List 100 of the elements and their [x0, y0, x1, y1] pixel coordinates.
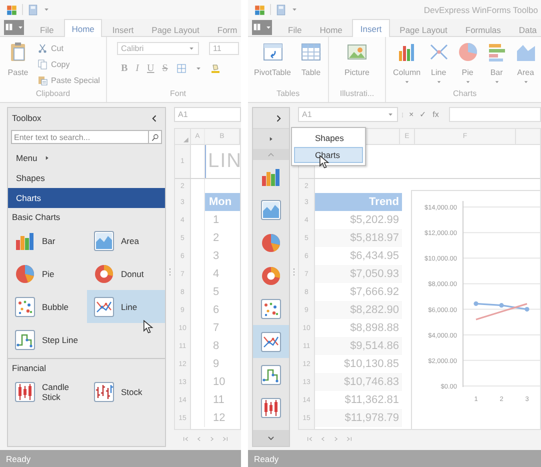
- toolbox-item[interactable]: Bar: [8, 224, 87, 257]
- submenu-arrow-icon: [44, 155, 50, 161]
- bold-button[interactable]: B: [121, 63, 128, 74]
- candlestick-chart-icon: [14, 380, 36, 402]
- table-cell: Trend: [315, 193, 402, 211]
- table-cell: Mon: [205, 193, 240, 211]
- toolbox-category[interactable]: Shapes: [8, 168, 165, 188]
- next-sheet-icon[interactable]: [332, 435, 340, 443]
- ribbon-tab[interactable]: Data: [510, 21, 541, 37]
- borders-icon[interactable]: [176, 63, 187, 74]
- name-box[interactable]: A1: [174, 107, 241, 122]
- first-sheet-icon[interactable]: [182, 435, 190, 443]
- ribbon-button[interactable]: Bar: [482, 40, 511, 86]
- stock-chart-icon: [93, 380, 115, 402]
- ribbon-button[interactable]: Area: [512, 40, 540, 86]
- toolbox-item[interactable]: Pie: [8, 257, 87, 290]
- table-cell-text: 11: [212, 393, 226, 408]
- toolbox-category[interactable]: Charts: [8, 188, 165, 208]
- toolbox-item[interactable]: Step Line: [8, 323, 87, 356]
- last-sheet-icon[interactable]: [345, 435, 353, 443]
- ribbon-button[interactable]: Picture: [342, 40, 372, 78]
- chevron-up-icon: [267, 150, 275, 158]
- previous-sheet-icon[interactable]: [195, 435, 203, 443]
- ribbon-button[interactable]: Paste Special: [35, 73, 102, 88]
- app-menu-button[interactable]: [4, 20, 24, 34]
- formula-button[interactable]: fx: [430, 110, 441, 119]
- pivot-table-icon: [262, 41, 284, 63]
- ribbon-tab[interactable]: Home: [64, 19, 102, 37]
- font-name-dropdown[interactable]: Calibri: [117, 42, 199, 55]
- mouse-cursor-icon: [142, 320, 156, 334]
- menu-item[interactable]: Shapes: [294, 130, 363, 146]
- area-chart-icon: [260, 198, 282, 220]
- data-point: [474, 301, 478, 306]
- ribbon-tab[interactable]: Page Layout: [144, 21, 208, 37]
- toolbox-item[interactable]: Candle Stick: [8, 375, 87, 408]
- search-button[interactable]: [148, 130, 162, 144]
- save-icon[interactable]: [27, 4, 39, 16]
- ribbon-button[interactable]: Table: [296, 40, 325, 78]
- ribbon-tab[interactable]: Insert: [352, 19, 390, 37]
- ribbon-tab[interactable]: Form: [209, 21, 241, 37]
- ribbon-tab[interactable]: Insert: [104, 21, 142, 37]
- collapse-icon[interactable]: [150, 114, 159, 122]
- table-cell-text: $6,434.95: [349, 249, 400, 264]
- toolbox-item[interactable]: Stock: [87, 375, 165, 408]
- ribbon-tab[interactable]: File: [280, 21, 310, 37]
- caret-icon[interactable]: [43, 6, 50, 13]
- chevron-down-icon: [267, 434, 275, 442]
- toolbox-category[interactable]: Menu: [8, 148, 165, 168]
- candlestick-chart-icon: [260, 396, 282, 418]
- toolbox-item[interactable]: Area: [87, 224, 165, 257]
- line-chart-icon: [260, 330, 282, 352]
- formula-button[interactable]: ✓: [418, 110, 429, 119]
- toolbox-item[interactable]: Line: [87, 290, 165, 323]
- toolbox-item[interactable]: Bubble: [8, 290, 87, 323]
- bubble-chart-icon: [260, 298, 282, 320]
- caret-icon: [265, 24, 272, 30]
- ribbon-button[interactable]: PivotTable: [251, 40, 294, 78]
- table-cell-text: $11,362.81: [344, 393, 400, 408]
- search-field[interactable]: Enter text to search...: [11, 130, 148, 144]
- last-sheet-icon[interactable]: [221, 435, 229, 443]
- next-sheet-icon[interactable]: [208, 435, 216, 443]
- ribbon-button[interactable]: Pie: [454, 40, 482, 86]
- first-sheet-icon[interactable]: [306, 435, 314, 443]
- save-icon[interactable]: [275, 4, 287, 16]
- underline-button[interactable]: U: [147, 63, 154, 74]
- toolbox-item[interactable]: Donut: [87, 257, 165, 290]
- ribbon-button[interactable]: Line: [424, 40, 453, 86]
- name-box[interactable]: A1: [298, 107, 398, 122]
- strikethrough-button[interactable]: S: [162, 63, 168, 74]
- paste-button[interactable]: Paste: [4, 40, 32, 78]
- table-cell-text: 7: [212, 321, 220, 336]
- menu-item[interactable]: Charts: [294, 147, 363, 163]
- caret-icon: [17, 24, 24, 30]
- panel-title: Toolbox: [12, 113, 42, 123]
- ribbon-tab[interactable]: Page Layout: [392, 21, 456, 37]
- step-line-chart-icon: [14, 328, 36, 350]
- formula-button[interactable]: ×: [407, 110, 416, 119]
- ribbon-tab[interactable]: File: [32, 21, 62, 37]
- ribbon-button[interactable]: Cut: [35, 41, 102, 56]
- ribbon-button[interactable]: Copy: [35, 57, 102, 72]
- italic-button[interactable]: I: [136, 63, 140, 74]
- font-size-dropdown[interactable]: 11: [209, 42, 239, 55]
- previous-sheet-icon[interactable]: [319, 435, 327, 443]
- line-chart-icon: [93, 296, 115, 318]
- table-cell-text: 3: [212, 249, 220, 264]
- status-text: Ready: [254, 454, 279, 464]
- caret-icon: [387, 111, 394, 118]
- table-cell-text: 10: [212, 375, 226, 390]
- formula-field[interactable]: [448, 107, 541, 122]
- fill-color-icon[interactable]: [210, 63, 221, 74]
- ribbon-tab[interactable]: Home: [312, 21, 350, 37]
- ribbon-button[interactable]: Column: [390, 40, 424, 86]
- ribbon-tab[interactable]: Formulas: [457, 21, 509, 37]
- table-cell-text: $5,202.99: [349, 213, 400, 228]
- toolbox-item[interactable]: [253, 325, 289, 358]
- pie-chart-icon: [456, 41, 479, 63]
- caret-icon[interactable]: [194, 65, 202, 72]
- table-cell-text: 6: [212, 303, 220, 318]
- caret-icon[interactable]: [291, 6, 298, 13]
- app-menu-button[interactable]: [252, 20, 272, 34]
